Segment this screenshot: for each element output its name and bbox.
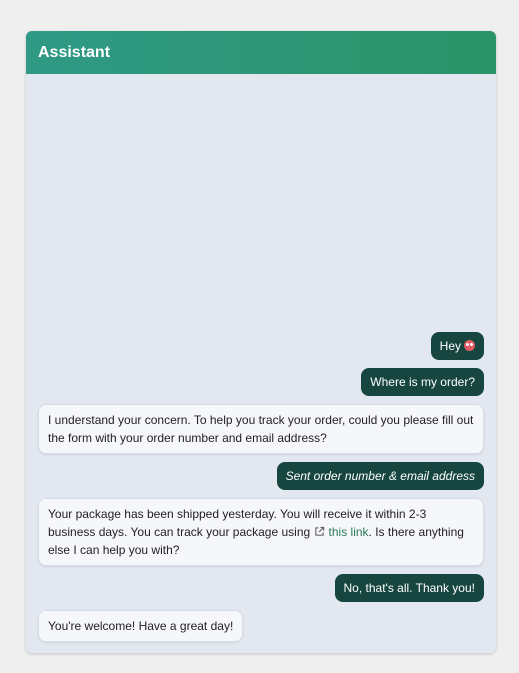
message-text: No, that's all. Thank you! [343,581,475,595]
message-text: Sent order number & email address [285,469,475,483]
message-list: Hey Where is my order? I understand your… [26,332,496,642]
tracking-link[interactable]: this link [314,525,369,539]
tracking-link-label[interactable]: this link [329,525,369,539]
form-submitted-message: Sent order number & email address [276,462,484,490]
chat-title: Assistant [38,43,111,61]
chat-panel: Assistant Hey Where is my order? I under… [26,31,496,653]
message-text: I understand your concern. To help you t… [48,413,474,445]
assistant-message: I understand your concern. To help you t… [38,404,484,454]
user-message: No, that's all. Thank you! [334,574,484,602]
external-link-icon [314,526,324,536]
shocked-face-emoji-icon [464,340,475,351]
chat-header: Assistant [26,31,496,74]
user-message: Hey [430,332,484,360]
message-text: Where is my order? [370,375,475,389]
assistant-message: Your package has been shipped yesterday.… [38,498,484,566]
message-text: Hey [439,339,461,353]
user-message: Where is my order? [361,368,484,396]
message-text: You're welcome! Have a great day! [48,619,234,633]
assistant-message: You're welcome! Have a great day! [38,610,244,642]
